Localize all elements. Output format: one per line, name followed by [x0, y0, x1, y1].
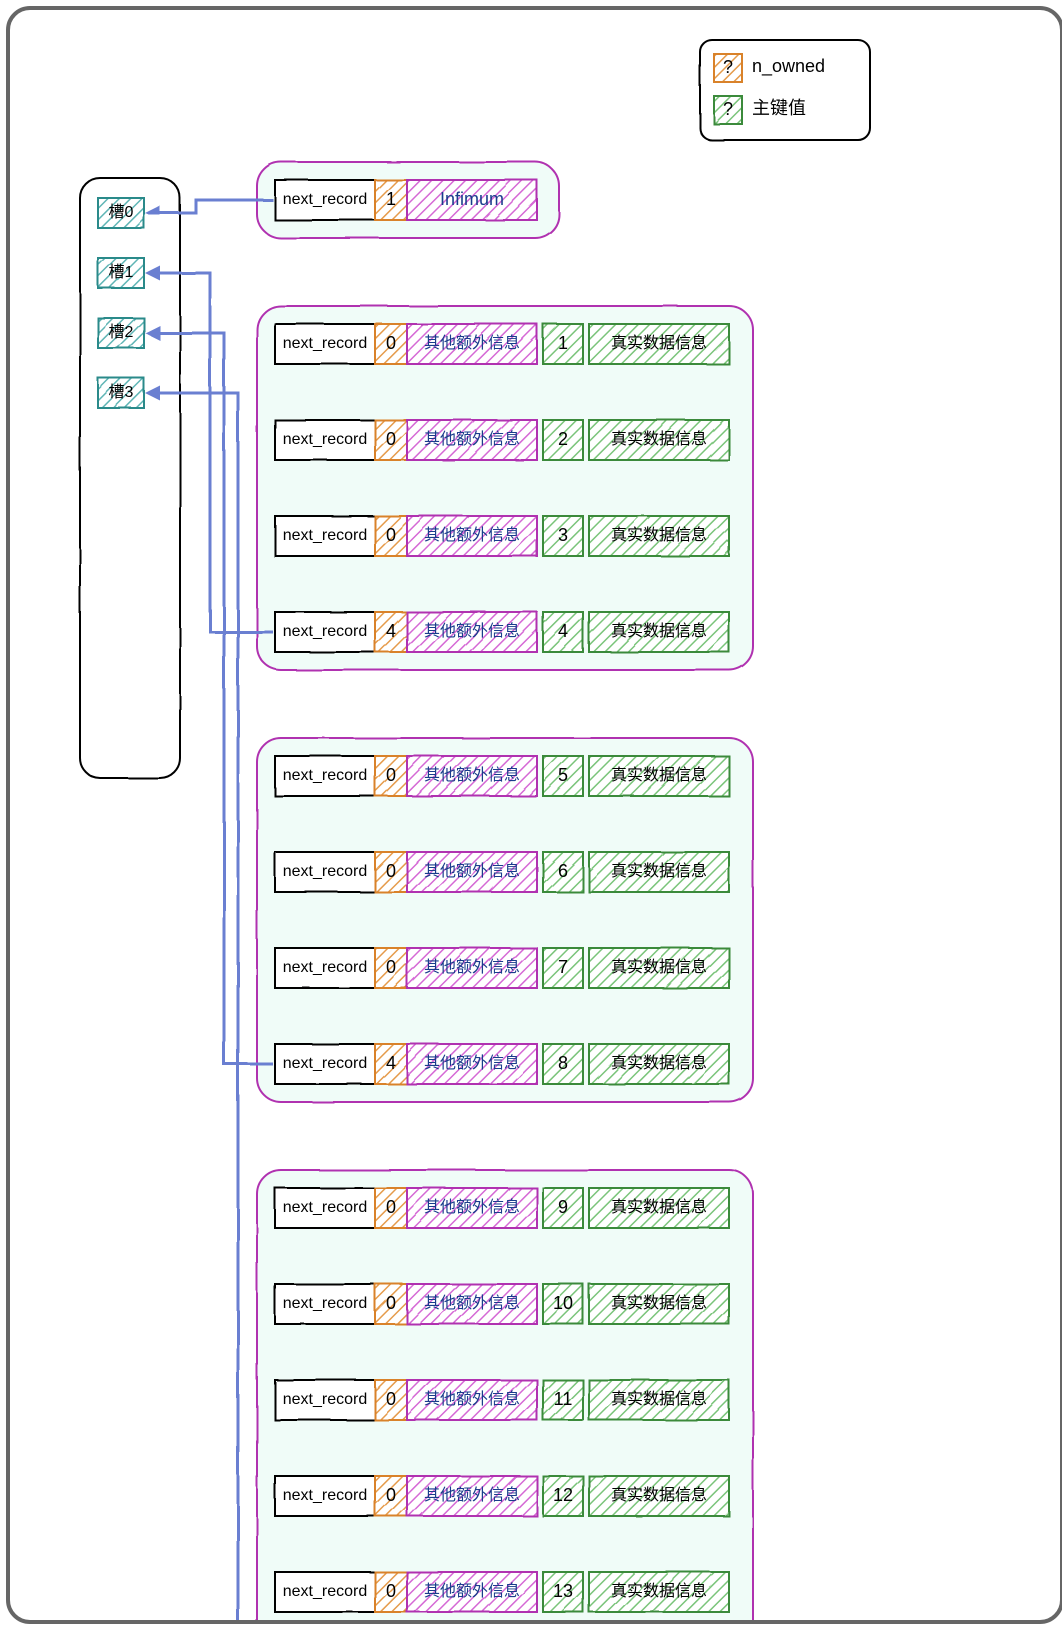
outer-frame [6, 6, 1062, 1624]
